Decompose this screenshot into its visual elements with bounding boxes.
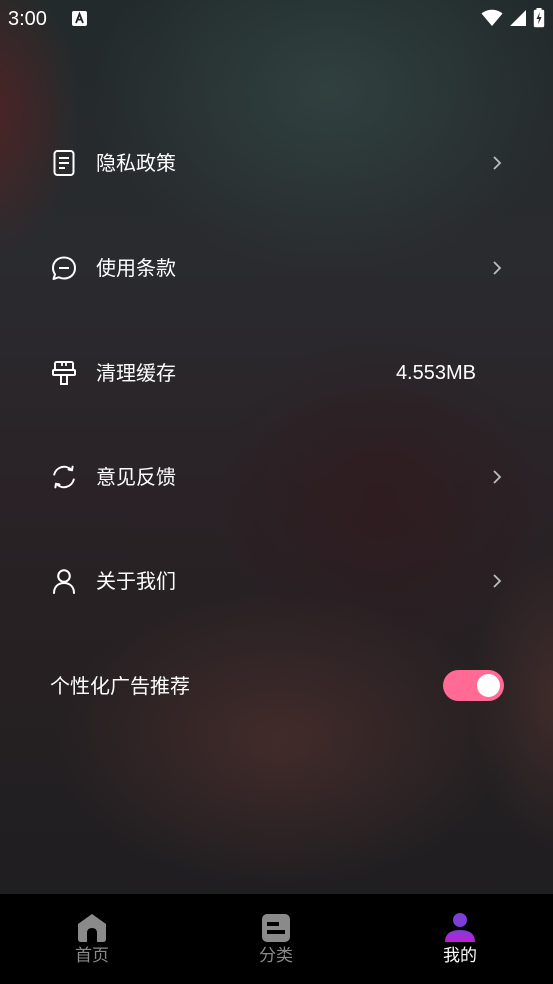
chevron-right-icon: [493, 156, 502, 170]
menu-item-privacy-policy[interactable]: 隐私政策: [0, 133, 553, 193]
menu-item-feedback[interactable]: 意见反馈: [0, 447, 553, 507]
battery-charging-icon: [533, 8, 545, 28]
toggle-knob: [477, 674, 500, 697]
person-icon: [53, 569, 75, 594]
menu-item-clear-cache[interactable]: 清理缓存 4.553MB: [0, 343, 553, 403]
menu-label: 隐私政策: [96, 151, 176, 175]
menu-item-terms-of-use[interactable]: 使用条款: [0, 238, 553, 298]
status-time: 3:00: [8, 8, 47, 30]
status-icons: [481, 8, 545, 28]
nav-label: 我的: [443, 946, 477, 966]
chevron-right-icon: [493, 470, 502, 484]
personalized-ads-toggle[interactable]: [443, 670, 504, 701]
nav-label: 分类: [259, 946, 293, 966]
chevron-right-icon: [493, 574, 502, 588]
brush-icon: [52, 361, 76, 385]
menu-label: 使用条款: [96, 256, 176, 280]
profile-icon: [445, 913, 475, 942]
menu-label: 意见反馈: [96, 465, 176, 489]
menu-label: 清理缓存: [96, 361, 176, 385]
menu-item-about-us[interactable]: 关于我们: [0, 551, 553, 611]
personalized-ads-setting: 个性化广告推荐: [0, 656, 553, 716]
chevron-right-icon: [493, 261, 502, 275]
nav-item-home[interactable]: 首页: [0, 894, 184, 984]
document-icon: [53, 150, 75, 176]
personalized-ads-label: 个性化广告推荐: [50, 674, 190, 698]
bottom-nav: 首页 分类 我的: [0, 894, 553, 984]
nav-item-category[interactable]: 分类: [184, 894, 368, 984]
cache-size-value: 4.553MB: [395, 362, 476, 384]
status-bar: 3:00: [0, 0, 553, 38]
nav-item-profile[interactable]: 我的: [368, 894, 552, 984]
refresh-icon: [53, 465, 75, 489]
a-letter-icon: [72, 11, 87, 26]
wifi-icon: [481, 9, 503, 26]
signal-icon: [510, 10, 526, 26]
home-icon: [78, 914, 106, 942]
nav-label: 首页: [75, 946, 109, 966]
category-icon: [262, 914, 290, 942]
chat-bubble-icon: [52, 256, 76, 280]
menu-label: 关于我们: [96, 569, 176, 593]
